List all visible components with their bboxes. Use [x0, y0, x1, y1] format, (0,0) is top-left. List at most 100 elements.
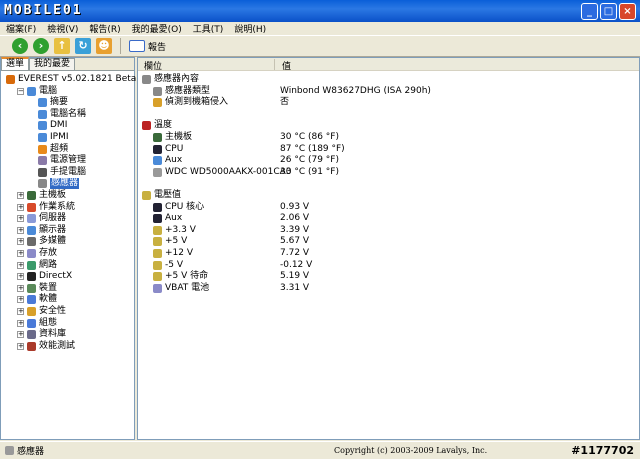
tree-item[interactable]: EVEREST v5.02.1821 Beta — [6, 74, 136, 85]
expand-toggle[interactable]: − — [17, 87, 24, 95]
tree-item[interactable]: 電源管理 — [28, 155, 86, 166]
users-icon[interactable]: ☻ — [96, 38, 112, 54]
list-row[interactable]: WDC WD5000AAKX-001CA0 — [153, 167, 291, 178]
close-button[interactable]: × — [619, 3, 636, 20]
menu-item[interactable]: 檢視(V) — [47, 22, 78, 35]
tree-item[interactable]: − 電腦 — [17, 86, 57, 97]
tab-favorites[interactable]: 我的最愛 — [29, 58, 76, 70]
maximize-button[interactable]: □ — [600, 3, 617, 20]
expand-toggle[interactable]: + — [17, 215, 24, 223]
tree-item[interactable]: + 軟體 — [17, 294, 57, 305]
menu-item[interactable]: 檔案(F) — [6, 22, 36, 35]
tree-item[interactable]: DMI — [28, 120, 67, 131]
copyright-text: Copyright (c) 2003-2009 Lavalys, Inc. — [334, 446, 488, 455]
list-row[interactable]: CPU 核心 — [153, 202, 204, 213]
voltage-icon — [153, 249, 162, 258]
expand-toggle[interactable]: + — [17, 192, 24, 199]
menu-item[interactable]: 我的最愛(O) — [132, 22, 182, 35]
tab-menu[interactable]: 選單 — [1, 57, 30, 70]
expand-toggle[interactable]: + — [17, 226, 24, 234]
list-row[interactable]: 感應器類型 — [153, 86, 210, 97]
expand-toggle[interactable]: + — [17, 238, 24, 246]
list-row[interactable]: 溫度 — [142, 120, 172, 131]
tree-item[interactable]: + 伺服器 — [17, 213, 66, 224]
minimize-button[interactable]: _ — [581, 3, 598, 20]
tree-item[interactable]: IPMI — [28, 132, 69, 143]
list-row[interactable]: 電壓值 — [142, 190, 181, 201]
watermark: #1177702 — [571, 444, 634, 457]
tree-item[interactable]: + 效能測試 — [17, 341, 75, 352]
field-label: 主機板 — [165, 132, 193, 142]
list-row[interactable]: +12 V — [153, 248, 193, 259]
expand-toggle[interactable]: + — [17, 319, 24, 327]
expand-toggle[interactable]: + — [17, 308, 24, 315]
field-label: -5 V — [165, 259, 183, 270]
expand-toggle[interactable]: + — [17, 284, 24, 292]
tree-item[interactable]: 電腦名稱 — [28, 109, 86, 120]
expand-toggle[interactable]: + — [17, 331, 24, 339]
list-row[interactable]: Aux — [153, 155, 182, 166]
expand-toggle[interactable]: + — [17, 342, 24, 350]
list-row[interactable]: +5 V — [153, 236, 187, 247]
tree-item[interactable]: 超頻 — [28, 144, 68, 155]
field-label: 溫度 — [154, 120, 173, 131]
column-header-value[interactable]: 值 — [282, 59, 291, 72]
computer-icon — [38, 98, 47, 108]
list-row[interactable]: +3.3 V — [153, 225, 196, 236]
field-value: 7.72 V — [280, 248, 310, 258]
tree-item[interactable]: 手提電腦 — [28, 167, 86, 178]
expand-toggle[interactable]: + — [17, 203, 24, 211]
back-icon[interactable]: ‹ — [12, 38, 28, 54]
menu-item[interactable]: 報告(R) — [89, 22, 120, 35]
tree-item[interactable]: + 資料庫 — [17, 329, 66, 340]
list-row[interactable]: VBAT 電池 — [153, 283, 209, 294]
voltage-icon — [153, 237, 162, 247]
menu-item[interactable]: 說明(H) — [234, 22, 266, 35]
list-row[interactable]: 感應器內容 — [142, 74, 199, 85]
tree-item[interactable]: + 顯示器 — [17, 225, 66, 236]
tree-item[interactable]: + 存放 — [17, 248, 57, 259]
tree-item-label: 電源管理 — [50, 155, 87, 166]
expand-toggle[interactable]: + — [17, 273, 24, 281]
field-label: WDC WD5000AAKX-001CA0 — [165, 166, 292, 177]
tree-item[interactable]: + 安全性 — [17, 306, 66, 317]
list-row[interactable]: 偵測到機箱侵入 — [153, 97, 228, 108]
computer-icon — [38, 109, 47, 119]
tree-item-label: 手提電腦 — [50, 166, 87, 177]
tree-item-label: 多媒體 — [39, 236, 67, 247]
title-bar: MOBILE01 _ □ × — [0, 0, 640, 22]
cpu-icon — [153, 144, 162, 154]
field-label: 電壓值 — [154, 190, 182, 200]
column-divider[interactable] — [274, 59, 275, 70]
tree-item[interactable]: + DirectX — [17, 271, 72, 282]
tree-item[interactable]: + 主機板 — [17, 190, 66, 201]
column-header-field[interactable]: 欄位 — [144, 59, 162, 72]
field-label: VBAT 電池 — [165, 282, 210, 293]
expand-toggle[interactable]: + — [17, 250, 24, 257]
list-row[interactable]: CPU — [153, 144, 183, 155]
tree-item[interactable]: + 多媒體 — [17, 236, 66, 247]
tree-item[interactable]: + 作業系統 — [17, 202, 75, 213]
tree-item[interactable]: 感應器 — [28, 178, 80, 190]
expand-toggle[interactable]: + — [17, 296, 24, 304]
tree-item[interactable]: + 組態 — [17, 318, 57, 329]
computer-icon — [27, 86, 36, 96]
field-label: +5 V — [165, 236, 188, 247]
multimedia-icon — [27, 237, 36, 247]
menu-item[interactable]: 工具(T) — [193, 22, 224, 35]
tree-item[interactable]: 摘要 — [28, 97, 68, 108]
up-folder-icon[interactable]: ↑ — [54, 38, 70, 54]
list-row[interactable]: 主機板 — [153, 132, 192, 143]
tree-item-label: 伺服器 — [39, 213, 67, 224]
refresh-icon[interactable]: ↻ — [75, 38, 91, 54]
tree-item[interactable]: + 裝置 — [17, 283, 57, 294]
expand-toggle[interactable]: + — [17, 261, 24, 269]
list-row[interactable]: -5 V — [153, 260, 183, 271]
tree-item[interactable]: + 網路 — [17, 260, 57, 271]
list-row[interactable]: +5 V 待命 — [153, 271, 208, 282]
forward-icon[interactable]: › — [33, 38, 49, 54]
field-value: 0.93 V — [280, 201, 310, 212]
list-row[interactable]: Aux — [153, 213, 182, 224]
report-button[interactable]: 報告 — [129, 40, 166, 53]
field-value: 5.19 V — [280, 271, 310, 282]
